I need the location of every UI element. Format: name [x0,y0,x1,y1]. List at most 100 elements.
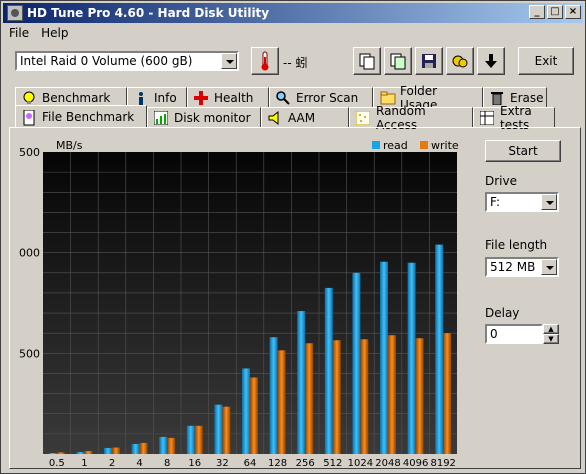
speaker-icon [268,110,282,125]
bar-write-0.5 [56,452,65,454]
y-axis-ticks: 500 000 500 [19,146,40,360]
disk-icon [7,5,23,21]
options-button[interactable] [446,47,474,75]
chevron-down-icon[interactable] [221,53,237,69]
scatter-grid-icon [355,110,371,125]
bar-read-1024 [352,272,361,454]
bar-write-128 [277,350,286,454]
tab-extra-tests[interactable]: Extra tests [473,104,555,132]
x-tick-label: 32 [216,458,229,468]
download-button[interactable] [477,47,505,75]
bar-read-0.5 [48,452,57,454]
bar-write-8192 [443,333,452,454]
tab-disk-monitor[interactable]: Disk monitor [147,107,261,127]
red-cross-icon [194,90,208,105]
file-length-label: File length [485,238,548,252]
close-button[interactable]: × [565,5,581,19]
temperature-readout: -- 蚓 [283,56,308,70]
file-benchmark-icon [22,109,36,125]
tab-row-bottom: File Benchmark Disk monitor AAM Random A… [15,104,555,132]
y-axis-label: MB/s [56,139,83,152]
bar-read-1 [76,451,85,454]
spin-up-icon[interactable]: ▲ [543,324,559,334]
delay-spinner[interactable]: ▲ ▼ [543,324,559,344]
x-tick-label: 8 [164,458,170,468]
legend: read write [372,139,459,152]
tab-aam[interactable]: AAM [261,107,349,127]
x-tick-label: 128 [268,458,287,468]
tab-benchmark[interactable]: Benchmark [15,87,127,107]
chevron-down-icon[interactable] [541,194,557,210]
drive-select[interactable]: Intel Raid 0 Volume (600 gB) [15,51,239,71]
tab-health[interactable]: Health [187,87,269,107]
bar-read-4 [131,443,140,454]
minimize-button[interactable]: _ [529,5,545,19]
settings-icon [452,55,468,68]
x-tick-label: 64 [244,458,257,468]
x-tick-label: 2048 [375,458,400,468]
y-tick-label: 000 [19,247,40,260]
temperature-button[interactable] [251,47,279,75]
tab-random-access[interactable]: Random Access [349,104,473,132]
tab-info[interactable]: Info [127,87,187,107]
exit-button[interactable]: Exit [518,47,574,75]
window-title: HD Tune Pro 4.60 - Hard Disk Utility [27,6,270,20]
copy-screenshot-button[interactable] [384,47,412,75]
bar-write-2048 [388,335,396,454]
file-length-select[interactable]: 512 MB [485,257,559,277]
copy-icon [359,53,375,70]
bar-write-4096 [415,338,424,454]
app-window: HD Tune Pro 4.60 - Hard Disk Utility _ □… [0,0,586,474]
bar-write-16 [194,425,203,454]
chevron-down-icon[interactable] [541,259,557,275]
lightbulb-icon [22,91,36,105]
legend-read-swatch [372,141,380,149]
legend-write-swatch [420,141,428,149]
monitor-chart-icon [153,110,169,125]
bar-write-4 [139,442,148,454]
thermometer-icon [261,51,269,71]
drive-label: Drive [485,174,517,188]
drive-select-value: Intel Raid 0 Volume (600 gB) [20,54,193,68]
delay-label: Delay [485,306,520,320]
bar-read-32 [214,404,223,454]
menu-bar: File Help [3,24,74,42]
folder-icon [380,91,396,105]
bar-read-16 [186,425,195,454]
drive-letter-select[interactable]: F: [485,192,559,212]
bar-read-8 [159,436,168,454]
bar-write-8 [167,437,176,454]
bar-read-8192 [435,244,444,454]
tab-file-benchmark[interactable]: File Benchmark [15,105,147,127]
file-benchmark-panel: 500 000 500 0.5 1 2 4 8 16 32 64 128 256 512 1024 2048… [9,127,581,469]
maximize-button[interactable]: □ [547,5,563,19]
x-tick-label: 4 [136,458,142,468]
magnifier-icon [276,90,290,105]
menu-file[interactable]: File [3,24,35,42]
trash-icon [490,91,504,105]
x-tick-label: 0.5 [49,458,65,468]
bar-write-512 [332,340,341,454]
bar-write-2 [112,447,120,454]
toolbar: Intel Raid 0 Volume (600 gB) -- 蚓 Exit [3,43,583,81]
floppy-icon [422,54,436,68]
table-icon [479,110,495,125]
bar-read-2 [104,447,112,454]
delay-input[interactable]: 0 [485,324,543,344]
spin-down-icon[interactable]: ▼ [543,334,559,344]
title-bar: HD Tune Pro 4.60 - Hard Disk Utility _ □… [3,3,583,23]
x-axis-ticks: 0.5 1 2 4 8 16 32 64 128 256 512 1024 2048 4096 8192 [49,458,456,468]
bar-read-4096 [407,262,416,454]
clipboard-icon [390,53,406,70]
y-tick-label: 500 [19,146,40,159]
bar-write-1024 [360,339,369,454]
menu-help[interactable]: Help [35,24,74,42]
copy-text-button[interactable] [353,47,381,75]
bar-write-64 [250,377,258,454]
x-tick-label: 256 [296,458,315,468]
tab-error-scan[interactable]: Error Scan [269,87,373,107]
bar-write-256 [305,343,314,454]
save-button[interactable] [415,47,443,75]
start-button[interactable]: Start [485,140,561,162]
bar-read-512 [324,287,333,454]
